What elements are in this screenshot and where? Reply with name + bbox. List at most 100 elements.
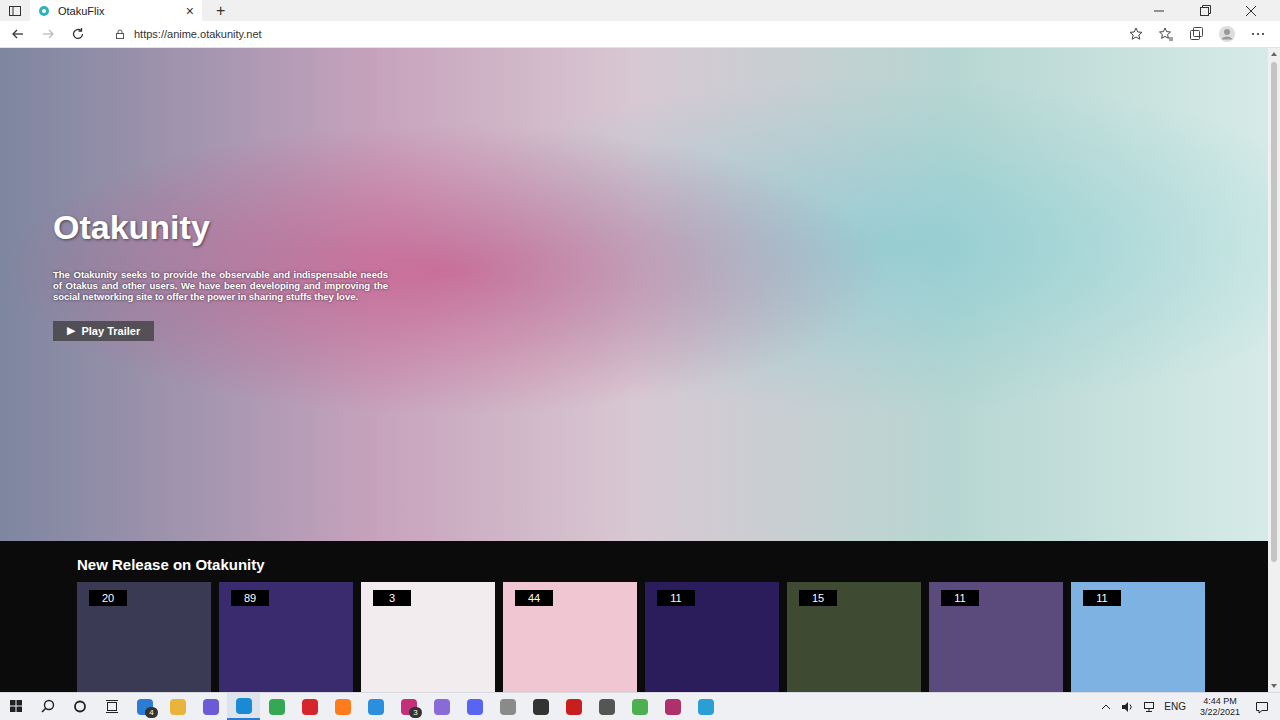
collections-icon[interactable] xyxy=(1188,26,1204,42)
anime-card[interactable]: 11 xyxy=(645,582,779,692)
more-icon[interactable] xyxy=(1250,26,1266,42)
lock-icon xyxy=(114,28,126,40)
taskbar-app[interactable] xyxy=(293,693,326,720)
tab-close-button[interactable]: × xyxy=(186,3,194,19)
taskbar-app[interactable] xyxy=(689,693,722,720)
taskbar-app[interactable] xyxy=(458,693,491,720)
episode-count-badge: 11 xyxy=(657,590,695,606)
new-tab-button[interactable]: + xyxy=(216,2,225,20)
taskbar-app[interactable] xyxy=(194,693,227,720)
windows-start-icon[interactable] xyxy=(0,693,32,720)
episode-count-badge: 20 xyxy=(89,590,127,606)
taskbar-app[interactable]: 3 xyxy=(392,693,425,720)
scroll-up-icon[interactable] xyxy=(1268,48,1280,60)
clock-date: 3/22/2021 xyxy=(1200,707,1240,718)
hero-content: Otakunity The Otakunity seeks to provide… xyxy=(53,208,388,381)
notifications-icon[interactable] xyxy=(1254,699,1270,715)
window-controls xyxy=(1136,1,1274,21)
tray-expand-icon[interactable] xyxy=(1100,701,1112,713)
app-icon xyxy=(599,699,615,715)
taskbar-app[interactable] xyxy=(656,693,689,720)
taskbar-app[interactable] xyxy=(425,693,458,720)
section-title: New Release on Otakunity xyxy=(77,556,1268,573)
add-favorite-icon[interactable] xyxy=(1128,26,1144,42)
anime-card[interactable]: 89 xyxy=(219,582,353,692)
anime-card[interactable]: 15 xyxy=(787,582,921,692)
app-icon xyxy=(302,699,318,715)
taskbar-app[interactable] xyxy=(161,693,194,720)
clock-time: 4:44 PM xyxy=(1203,696,1237,707)
task-view-icon[interactable] xyxy=(96,693,128,720)
forward-arrow-icon xyxy=(40,26,56,42)
language-indicator[interactable]: ENG xyxy=(1164,701,1186,712)
search-icon[interactable] xyxy=(32,693,64,720)
system-tray: ENG 4:44 PM 3/22/2021 xyxy=(1100,696,1280,718)
notification-badge: 3 xyxy=(409,707,422,718)
app-icon xyxy=(236,698,252,714)
episode-count-badge: 15 xyxy=(799,590,837,606)
taskbar-app[interactable] xyxy=(260,693,293,720)
episode-count-badge: 44 xyxy=(515,590,553,606)
favicon-icon xyxy=(38,5,50,17)
taskbar-app[interactable] xyxy=(590,693,623,720)
taskbar-app[interactable] xyxy=(326,693,359,720)
anime-card[interactable]: 11 xyxy=(929,582,1063,692)
taskbar-app[interactable] xyxy=(623,693,656,720)
browser-tab[interactable]: OtakuFlix × xyxy=(30,0,202,21)
hero-title: Otakunity xyxy=(53,208,388,247)
taskbar-app[interactable] xyxy=(491,693,524,720)
app-icon xyxy=(434,699,450,715)
taskbar-app[interactable] xyxy=(359,693,392,720)
app-icon xyxy=(170,699,186,715)
close-icon[interactable] xyxy=(1228,1,1274,21)
episode-count-badge: 3 xyxy=(373,590,411,606)
taskbar-app[interactable] xyxy=(557,693,590,720)
app-icon xyxy=(533,699,549,715)
favorites-icon[interactable] xyxy=(1158,26,1174,42)
app-icon xyxy=(632,699,648,715)
address-bar: https://anime.otakunity.net xyxy=(0,21,1280,48)
tab-label: OtakuFlix xyxy=(58,5,178,17)
app-icon xyxy=(368,699,384,715)
app-icon xyxy=(203,699,219,715)
taskbar-app[interactable] xyxy=(227,693,260,720)
scrollbar[interactable] xyxy=(1268,48,1280,692)
anime-card[interactable]: 3 xyxy=(361,582,495,692)
restore-icon[interactable] xyxy=(1182,1,1228,21)
refresh-icon[interactable] xyxy=(70,26,86,42)
app-icon xyxy=(335,699,351,715)
taskbar: 4 3 ENG 4:44 PM 3/22/2021 xyxy=(0,692,1280,720)
app-icon xyxy=(566,699,582,715)
card-row: 20 89 3 44 11 15 11 11 xyxy=(77,582,1268,692)
anime-card[interactable]: 44 xyxy=(503,582,637,692)
episode-count-badge: 11 xyxy=(1083,590,1121,606)
tab-strip: OtakuFlix × + xyxy=(0,0,1280,21)
cortana-icon[interactable] xyxy=(64,693,96,720)
clock[interactable]: 4:44 PM 3/22/2021 xyxy=(1200,696,1240,718)
hero-description: The Otakunity seeks to provide the obser… xyxy=(53,269,388,302)
screen: OtakuFlix × + https://anime.otakunity.ne… xyxy=(0,0,1280,720)
episode-count-badge: 11 xyxy=(941,590,979,606)
anime-card[interactable]: 20 xyxy=(77,582,211,692)
notification-badge: 4 xyxy=(145,707,158,718)
new-release-section: New Release on Otakunity 20 89 3 44 11 15 11 11 xyxy=(0,541,1268,692)
network-icon[interactable] xyxy=(1142,700,1156,714)
app-icon xyxy=(467,699,483,715)
play-trailer-button[interactable]: ▶ Play Trailer xyxy=(53,321,154,341)
taskbar-app[interactable]: 4 xyxy=(128,693,161,720)
anime-card[interactable]: 11 xyxy=(1071,582,1205,692)
hero-banner: Otakunity The Otakunity seeks to provide… xyxy=(0,48,1268,541)
minimize-icon[interactable] xyxy=(1136,1,1182,21)
page-viewport: Otakunity The Otakunity seeks to provide… xyxy=(0,48,1280,692)
scroll-thumb[interactable] xyxy=(1271,62,1277,562)
scroll-down-icon[interactable] xyxy=(1268,680,1280,692)
profile-icon[interactable] xyxy=(1218,25,1236,43)
app-icon xyxy=(269,699,285,715)
back-arrow-icon[interactable] xyxy=(10,26,26,42)
tab-actions-icon[interactable] xyxy=(8,4,22,18)
url-field[interactable]: https://anime.otakunity.net xyxy=(100,28,1114,40)
volume-icon[interactable] xyxy=(1120,700,1134,714)
page: Otakunity The Otakunity seeks to provide… xyxy=(0,48,1268,692)
taskbar-app[interactable] xyxy=(524,693,557,720)
app-icon xyxy=(500,699,516,715)
